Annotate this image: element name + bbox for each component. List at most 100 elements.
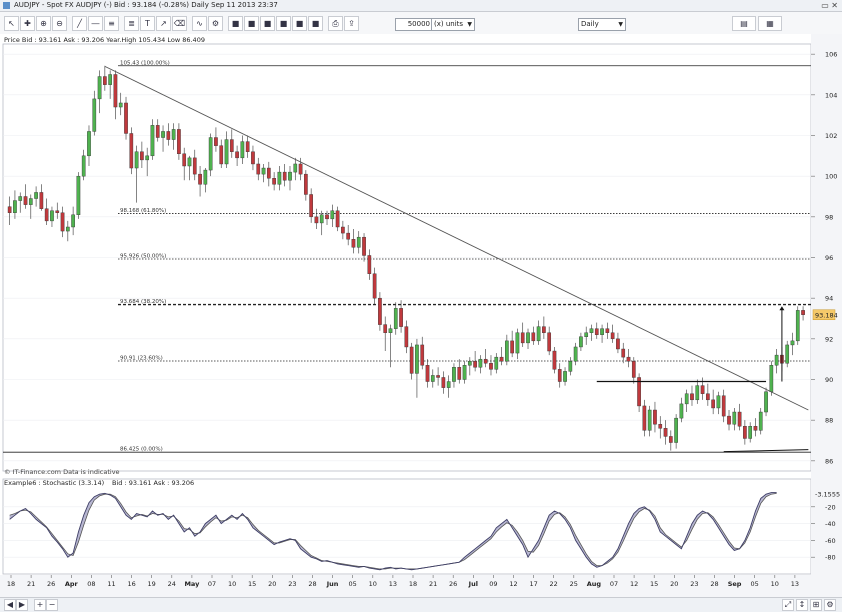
chevron-down-icon: ▼ xyxy=(618,21,623,28)
window-title: AUDJPY - Spot FX AUDJPY (-) Bid : 93.184… xyxy=(14,1,278,9)
candle-body xyxy=(668,436,673,443)
candle-body xyxy=(214,137,218,146)
time-tick-label: 28 xyxy=(308,580,316,588)
candle-body xyxy=(653,409,657,425)
zoom-in-icon[interactable]: + xyxy=(34,599,46,611)
candle-body xyxy=(711,399,715,409)
candle-body xyxy=(330,210,335,220)
time-tick-label: 10 xyxy=(771,580,779,588)
settings-icon[interactable]: ⚙ xyxy=(208,16,223,31)
line-tool-icon[interactable]: ╱ xyxy=(72,16,87,31)
time-tick-label: 13 xyxy=(791,580,799,588)
color-red-icon[interactable]: ■ xyxy=(228,16,243,31)
candle-body xyxy=(547,332,552,352)
time-tick-label: 26 xyxy=(449,580,457,588)
app-icon xyxy=(3,2,10,9)
zoom-out-icon[interactable]: ⊖ xyxy=(52,16,67,31)
close-icon[interactable]: ✕ xyxy=(831,1,838,10)
scroll-right-icon[interactable]: ▶ xyxy=(16,599,28,611)
stoch-tick-label: -80 xyxy=(825,554,836,562)
time-tick-label: 12 xyxy=(509,580,517,588)
candle-body xyxy=(325,214,329,220)
candle-body xyxy=(346,232,351,240)
window-controls[interactable]: ▭ ✕ xyxy=(821,1,838,10)
candle-body xyxy=(748,426,753,439)
indicator-icon[interactable]: ∿ xyxy=(192,16,207,31)
candle-body xyxy=(76,175,81,216)
time-tick-label: 17 xyxy=(529,580,537,588)
chart-type-icon[interactable]: ▤ xyxy=(732,16,756,31)
color-green-icon[interactable]: ■ xyxy=(260,16,275,31)
candle-body xyxy=(552,350,557,370)
candle-body xyxy=(594,328,599,335)
time-tick-label: 08 xyxy=(87,580,95,588)
arrow-tool-icon[interactable]: ↗ xyxy=(156,16,171,31)
candle-body xyxy=(124,102,128,134)
fib-tool-icon[interactable]: ≣ xyxy=(124,16,139,31)
candle-body xyxy=(457,367,462,380)
candle-body xyxy=(404,326,409,348)
price-tick-label: 106 xyxy=(825,51,837,59)
export-icon[interactable]: ⇪ xyxy=(344,16,359,31)
color-purple-icon[interactable]: ■ xyxy=(292,16,307,31)
scale-icon[interactable]: ↕ xyxy=(796,599,808,611)
minimize-icon[interactable]: ▭ xyxy=(821,1,829,10)
candle-body xyxy=(732,411,737,425)
gear-icon[interactable]: ⚙ xyxy=(824,599,836,611)
units-select[interactable]: (x) units ▼ xyxy=(431,18,475,31)
time-tick-label: Apr xyxy=(65,580,79,588)
zoom-out-small-icon[interactable]: − xyxy=(46,599,58,611)
text-tool-icon[interactable]: T xyxy=(140,16,155,31)
time-tick-label: 22 xyxy=(550,580,558,588)
candle-body xyxy=(494,356,499,370)
layout-icon[interactable]: ▦ xyxy=(758,16,782,31)
color-cyan-icon[interactable]: ■ xyxy=(308,16,323,31)
candle-body xyxy=(378,297,382,325)
candle-body xyxy=(589,328,594,333)
color-orange-icon[interactable]: ■ xyxy=(276,16,291,31)
print-icon[interactable]: ⎙ xyxy=(328,16,343,31)
units-select-label: (x) units xyxy=(434,20,464,28)
candle-body xyxy=(436,375,440,378)
zoom-icon[interactable]: ⊕ xyxy=(36,16,51,31)
fit-icon[interactable]: ⤢ xyxy=(782,599,794,611)
eraser-icon[interactable]: ⌫ xyxy=(172,16,187,31)
stoch-tick-label: -20 xyxy=(825,503,836,511)
candle-body xyxy=(526,332,530,344)
time-tick-label: 18 xyxy=(409,580,417,588)
hline-tool-icon[interactable]: ― xyxy=(88,16,103,31)
candle-body xyxy=(542,326,546,333)
candle-body xyxy=(430,375,435,382)
candle-body xyxy=(150,125,155,157)
candle-body xyxy=(446,381,451,388)
price-tick-label: 92 xyxy=(825,335,833,343)
scroll-left-icon[interactable]: ◀ xyxy=(4,599,16,611)
time-tick-label: 11 xyxy=(107,580,115,588)
candle-body xyxy=(356,236,361,248)
channel-tool-icon[interactable]: ≡ xyxy=(104,16,119,31)
color-blue-icon[interactable]: ■ xyxy=(244,16,259,31)
candle-body xyxy=(642,405,647,431)
price-tick-label: 88 xyxy=(825,417,833,425)
price-chart[interactable]: 106 104 102 100 98 96 94 92 90 88 86 93.184 105.43 … xyxy=(0,34,842,597)
candle-body xyxy=(515,332,520,354)
price-tick-label: 104 xyxy=(825,91,837,99)
candle-body xyxy=(573,346,578,362)
candle-body xyxy=(208,137,213,171)
candle-body xyxy=(335,210,340,228)
units-input[interactable]: 50000 xyxy=(395,18,433,31)
candle-body xyxy=(198,173,202,185)
candle-body xyxy=(579,336,583,348)
crosshair-icon[interactable]: ✚ xyxy=(20,16,35,31)
candle-body xyxy=(700,385,705,394)
fib-level-label: 90.91 (23.60%) xyxy=(120,355,163,361)
candle-body xyxy=(129,133,134,169)
stoch-tick-label: -60 xyxy=(825,537,836,545)
candle-body xyxy=(367,255,372,274)
candle-body xyxy=(65,226,70,232)
lock-icon[interactable]: ⊞ xyxy=(810,599,822,611)
time-tick-label: May xyxy=(184,580,200,588)
period-select[interactable]: Daily ▼ xyxy=(578,18,626,31)
candle-body xyxy=(679,403,684,419)
cursor-icon[interactable]: ↖ xyxy=(4,16,19,31)
